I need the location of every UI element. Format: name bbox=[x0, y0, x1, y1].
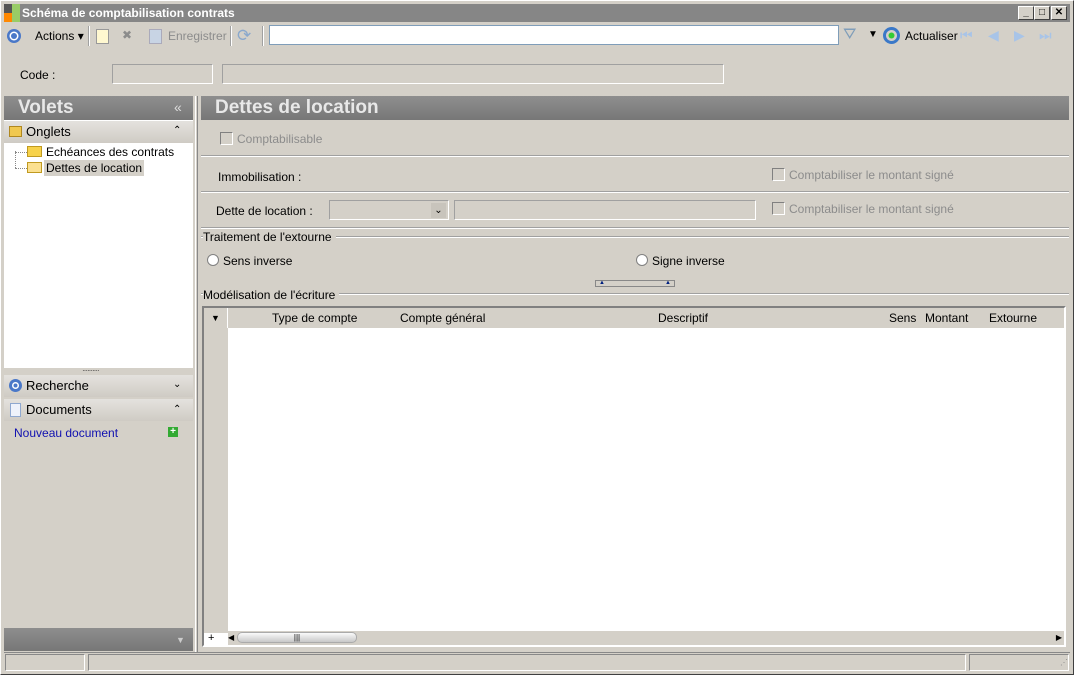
app-logo-icon bbox=[4, 4, 20, 22]
delete-icon[interactable]: ✖ bbox=[122, 28, 132, 42]
pane-splitter[interactable]: ·········· bbox=[82, 366, 100, 375]
column-type-compte[interactable]: Type de compte bbox=[272, 308, 357, 328]
documents-section-label: Documents bbox=[26, 402, 92, 417]
column-extourne[interactable]: Extourne bbox=[989, 308, 1037, 328]
documents-section-header[interactable]: Documents bbox=[4, 399, 193, 421]
code-label: Code : bbox=[20, 68, 56, 82]
column-sens[interactable]: Sens bbox=[889, 308, 916, 328]
comptabilisable-label: Comptabilisable bbox=[237, 132, 323, 146]
actions-label: Actions bbox=[35, 29, 75, 43]
refresh-icon[interactable] bbox=[883, 27, 900, 44]
resize-grip-icon[interactable]: ⋰ bbox=[1060, 658, 1068, 667]
sidebar-splitter[interactable] bbox=[195, 96, 198, 652]
modelisation-group-label: Modélisation de l'écriture bbox=[203, 288, 340, 302]
collapse-tabs-icon[interactable]: ⌃ bbox=[173, 125, 181, 136]
column-montant[interactable]: Montant bbox=[925, 308, 968, 328]
open-folder-icon bbox=[27, 162, 42, 173]
save-button[interactable]: Enregistrer bbox=[168, 24, 227, 48]
code-field[interactable] bbox=[112, 64, 213, 84]
sens-inverse-label: Sens inverse bbox=[223, 254, 293, 268]
main-header: Dettes de location bbox=[201, 96, 1069, 120]
next-record-icon[interactable]: ▶ bbox=[1014, 27, 1025, 44]
row-selector-column bbox=[204, 328, 228, 633]
tabs-section-label: Onglets bbox=[26, 124, 71, 139]
folder-icon bbox=[27, 146, 42, 157]
search-icon bbox=[9, 379, 22, 392]
search-section-header[interactable]: Recherche bbox=[4, 375, 193, 397]
status-panel-2 bbox=[88, 654, 966, 671]
sidebar-title: Volets bbox=[18, 97, 74, 118]
grid-header: ▼ Type de compte Compte général Descript… bbox=[204, 308, 1064, 328]
expand-search-icon[interactable]: ⌄ bbox=[173, 379, 181, 390]
status-bar: ⋰ bbox=[4, 652, 1070, 671]
first-record-icon[interactable]: ⏮ bbox=[960, 27, 973, 44]
status-panel-3 bbox=[969, 654, 1069, 671]
signed-amount-checkbox-2[interactable] bbox=[772, 202, 785, 215]
collapse-documents-icon[interactable]: ⌃ bbox=[173, 404, 181, 415]
scroll-left-icon[interactable]: ◀ bbox=[228, 631, 234, 645]
dropdown-icon[interactable]: ⌄ bbox=[431, 203, 446, 218]
collapse-sidebar-button[interactable]: « bbox=[174, 99, 182, 115]
signe-inverse-radio[interactable] bbox=[636, 254, 648, 266]
maximize-button[interactable]: □ bbox=[1034, 6, 1050, 20]
dette-location-label: Dette de location : bbox=[216, 204, 313, 218]
signed-amount-label-2: Comptabiliser le montant signé bbox=[789, 202, 954, 216]
close-button[interactable]: ✕ bbox=[1051, 6, 1067, 20]
save-icon[interactable] bbox=[149, 29, 162, 44]
new-document-link[interactable]: Nouveau document bbox=[14, 426, 118, 440]
refresh-button[interactable]: Actualiser bbox=[905, 24, 958, 48]
add-row-button[interactable]: + bbox=[208, 631, 214, 645]
grid-menu-icon[interactable]: ▼ bbox=[204, 308, 228, 328]
horizontal-scrollbar[interactable]: + ◀ ||| ▶ bbox=[208, 631, 1064, 645]
sync-icon[interactable]: ⟳ bbox=[237, 26, 251, 46]
filter-icon[interactable]: ⛛ bbox=[843, 26, 856, 44]
status-panel-1 bbox=[5, 654, 85, 671]
column-compte-general[interactable]: Compte général bbox=[400, 308, 485, 328]
sens-inverse-radio[interactable] bbox=[207, 254, 219, 266]
sidebar-header: Volets bbox=[4, 96, 193, 120]
actions-menu[interactable]: Actions ▾ bbox=[35, 24, 84, 48]
signed-amount-checkbox-1[interactable] bbox=[772, 168, 785, 181]
scroll-thumb[interactable]: ||| bbox=[237, 632, 357, 643]
scroll-right-icon[interactable]: ▶ bbox=[1056, 631, 1062, 645]
main-title: Dettes de location bbox=[215, 97, 379, 118]
tab-echeances[interactable]: Echéances des contrats bbox=[46, 145, 174, 159]
new-icon[interactable] bbox=[96, 29, 109, 44]
immobilisation-label: Immobilisation : bbox=[218, 170, 302, 184]
add-document-icon[interactable]: + bbox=[168, 427, 178, 437]
folder-icon bbox=[9, 126, 22, 137]
navigation-icon[interactable] bbox=[6, 28, 22, 44]
extourne-group-label: Traitement de l'extourne bbox=[203, 230, 336, 244]
tab-dettes-location[interactable]: Dettes de location bbox=[44, 160, 145, 176]
filter-dropdown-icon[interactable]: ▼ bbox=[868, 29, 878, 40]
last-record-icon[interactable]: ⏭ bbox=[1039, 27, 1052, 44]
dette-location-description[interactable] bbox=[454, 200, 756, 220]
signed-amount-label-1: Comptabiliser le montant signé bbox=[789, 168, 954, 182]
search-section-label: Recherche bbox=[26, 378, 89, 393]
code-description-field[interactable] bbox=[222, 64, 724, 84]
sidebar-menu-icon[interactable]: ▼ bbox=[176, 635, 185, 645]
document-icon bbox=[10, 403, 21, 417]
search-input[interactable] bbox=[269, 25, 839, 45]
sidebar-footer bbox=[4, 628, 193, 651]
column-descriptif[interactable]: Descriptif bbox=[658, 308, 708, 328]
window-title: Schéma de comptabilisation contrats bbox=[4, 4, 1070, 22]
signe-inverse-label: Signe inverse bbox=[652, 254, 725, 268]
section-splitter[interactable]: ▲ ▲ bbox=[595, 280, 675, 287]
comptabilisable-checkbox[interactable] bbox=[220, 132, 233, 145]
minimize-button[interactable]: _ bbox=[1018, 6, 1034, 20]
entries-grid: ▼ Type de compte Compte général Descript… bbox=[202, 306, 1066, 647]
previous-record-icon[interactable]: ◀ bbox=[988, 27, 999, 44]
tabs-section-header[interactable]: Onglets bbox=[4, 121, 193, 143]
